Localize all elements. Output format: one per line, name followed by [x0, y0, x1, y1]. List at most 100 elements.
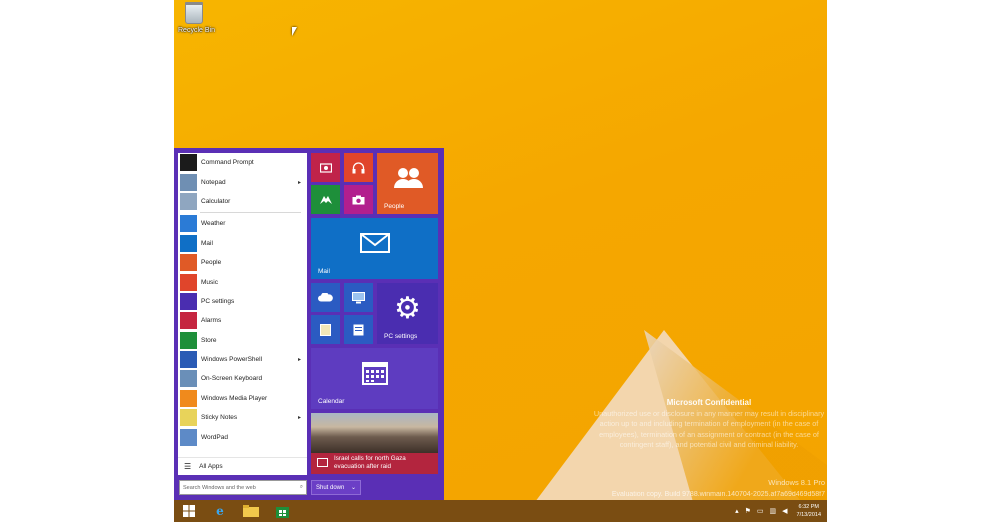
app-list-item[interactable]: Weather — [178, 214, 307, 233]
tile-people[interactable]: People — [377, 153, 438, 214]
tile-calendar-label: Calendar — [318, 398, 345, 405]
recycle-bin-label: Recycle Bin — [178, 27, 215, 34]
music-icon — [180, 273, 197, 291]
app-list-item-label: Sticky Notes — [201, 414, 238, 422]
file-explorer-button[interactable] — [236, 500, 266, 522]
chevron-right-icon: ▸ — [297, 179, 301, 186]
app-list-item[interactable]: Alarms — [178, 311, 307, 330]
tile-mail-label: Mail — [318, 268, 330, 275]
calculator-icon — [180, 192, 197, 210]
app-list-item[interactable]: Store — [178, 331, 307, 350]
app-list-item[interactable]: Sticky Notes ▸ — [178, 408, 307, 427]
app-list-item-label: Mail — [201, 239, 213, 247]
document-icon — [344, 315, 373, 344]
app-list-item-label: Notepad — [201, 178, 226, 186]
tile-music[interactable] — [344, 153, 373, 182]
app-list-item-label: Music — [201, 278, 218, 286]
tile-documents[interactable] — [311, 315, 340, 344]
tile-news[interactable]: Israel calls for north Gaza evacuation a… — [311, 413, 438, 474]
tile-computer[interactable] — [344, 283, 373, 312]
app-list-item[interactable]: People — [178, 253, 307, 272]
tile-file-explorer[interactable] — [344, 315, 373, 344]
app-list-item[interactable]: PC settings — [178, 292, 307, 311]
alarm-icon — [180, 312, 197, 330]
store-button[interactable] — [267, 500, 297, 522]
store-icon — [275, 506, 289, 518]
start-menu: Command Prompt Notepad ▸ Calculator Weather M… — [174, 148, 444, 500]
app-list-item[interactable]: Music — [178, 272, 307, 291]
recycle-bin-icon — [185, 2, 203, 24]
flag-icon[interactable]: ⚑ — [745, 507, 751, 515]
app-list-item[interactable]: Command Prompt — [178, 153, 307, 172]
watermark-title: Microsoft Confidential — [666, 398, 752, 407]
wordpad-icon — [180, 428, 197, 446]
command-prompt-icon — [180, 154, 197, 172]
tile-games[interactable] — [311, 185, 340, 214]
folder-icon — [311, 315, 340, 344]
app-list-item[interactable]: Windows Media Player — [178, 389, 307, 408]
app-list-item-label: Calculator — [201, 197, 231, 205]
shutdown-button[interactable]: Shut down ⌄ — [311, 480, 361, 495]
app-list-item-label: On-Screen Keyboard — [201, 375, 263, 383]
news-photo — [311, 413, 438, 453]
app-list-item-label: WordPad — [201, 433, 228, 441]
build-string: Evaluation copy. Build 9788.winmain.1407… — [611, 491, 825, 498]
app-list-item[interactable]: Calculator — [178, 192, 307, 211]
tile-mail[interactable]: Mail — [311, 218, 438, 279]
tile-onedrive[interactable] — [311, 283, 340, 312]
network-icon[interactable]: ▥ — [770, 507, 777, 515]
folder-icon — [243, 505, 259, 517]
recycle-bin[interactable]: Recycle Bin — [178, 2, 215, 34]
clock-date: 7/13/2014 — [796, 512, 821, 518]
app-list-item-label: PC settings — [201, 297, 235, 305]
system-tray: ▴ ⚑ ▭ ▥ ◀ 6:32 PM 7/13/2014 — [732, 500, 827, 522]
all-apps-label: All Apps — [199, 463, 223, 470]
start-button[interactable] — [174, 500, 204, 522]
chevron-down-icon: ⌄ — [350, 485, 356, 491]
monitor-icon — [344, 283, 373, 312]
app-list-item[interactable]: Mail — [178, 234, 307, 253]
app-list-item-label: Store — [201, 336, 217, 344]
tile-camera[interactable] — [344, 185, 373, 214]
tile-camera-small[interactable] — [311, 153, 340, 182]
envelope-icon — [311, 218, 438, 268]
tile-calendar[interactable]: Calendar — [311, 348, 438, 409]
app-list-item[interactable]: WordPad — [178, 427, 307, 446]
clock-time: 6:32 PM — [798, 504, 819, 510]
news-icon — [317, 458, 328, 467]
divider — [200, 212, 301, 214]
internet-explorer-button[interactable]: e — [205, 500, 235, 522]
notepad-icon — [180, 173, 197, 191]
app-list-item-label: Windows PowerShell — [201, 356, 263, 364]
app-list-item-label: People — [201, 259, 222, 267]
app-list: Command Prompt Notepad ▸ Calculator Weather M… — [178, 153, 307, 475]
internet-explorer-icon: e — [216, 504, 224, 518]
keyboard-icon — [180, 370, 197, 388]
tile-pc-settings[interactable]: ⚙ PC settings — [377, 283, 438, 344]
camera-icon — [344, 185, 373, 214]
confidential-watermark: Microsoft Confidential Unauthorized use … — [590, 398, 827, 451]
chevron-up-icon[interactable]: ▴ — [735, 507, 739, 515]
windows-logo-icon — [183, 505, 195, 517]
weather-icon — [180, 215, 197, 233]
app-list-item-label: Alarms — [201, 317, 222, 325]
volume-icon[interactable]: ◀ — [782, 507, 787, 515]
cloud-icon — [311, 283, 340, 312]
app-list-item-label: Windows Media Player — [201, 394, 268, 402]
all-apps-button[interactable]: ☰ All Apps — [178, 457, 307, 475]
desktop: Recycle Bin Microsoft Confidential Unaut… — [174, 0, 827, 522]
app-list-item[interactable]: On-Screen Keyboard — [178, 369, 307, 388]
media-player-icon — [180, 389, 197, 407]
xbox-games-icon — [311, 185, 340, 214]
battery-icon[interactable]: ▭ — [757, 507, 764, 515]
taskbar: e ▴ ⚑ ▭ ▥ ◀ 6:32 PM 7/13/2014 — [174, 500, 827, 522]
tile-pc-settings-label: PC settings — [384, 333, 418, 340]
tile-people-label: People — [384, 203, 405, 210]
app-list-item[interactable]: Windows PowerShell ▸ — [178, 350, 307, 369]
windows-edition: Windows 8.1 Pro — [768, 478, 825, 487]
clock[interactable]: 6:32 PM 7/13/2014 — [797, 503, 821, 519]
search-input[interactable]: Search Windows and the web ⌕ — [179, 480, 307, 495]
search-placeholder: Search Windows and the web — [183, 484, 256, 491]
gear-icon: ⚙ — [394, 291, 421, 325]
app-list-item[interactable]: Notepad ▸ — [178, 172, 307, 191]
